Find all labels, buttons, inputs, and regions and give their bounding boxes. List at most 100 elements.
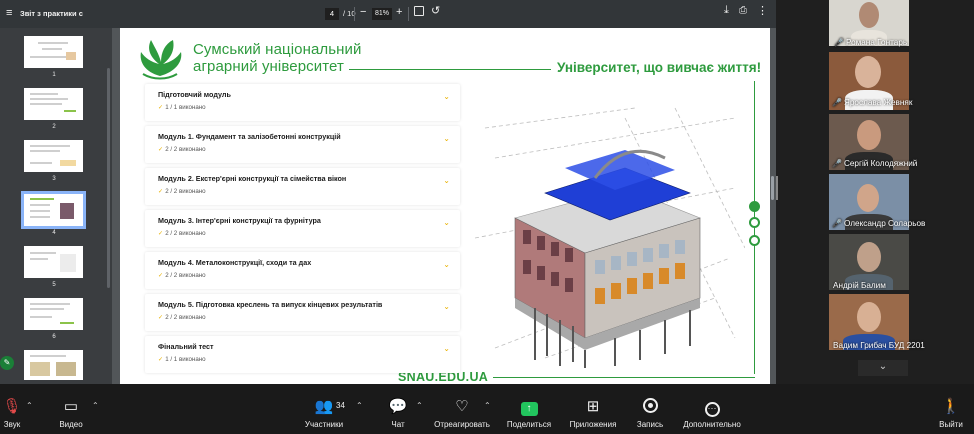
chevron-down-icon[interactable]: ⌄: [443, 260, 450, 269]
module-title: Модуль 1. Фундамент та залізобетонні кон…: [158, 132, 341, 141]
participant-name: 🎤 Ярослава Жевняк: [832, 98, 913, 107]
exit-icon: 🚶: [941, 398, 961, 415]
chevron-down-icon[interactable]: ⌄: [443, 344, 450, 353]
check-icon: ✓: [158, 230, 164, 237]
slide-indicator-dot[interactable]: [749, 235, 760, 246]
document-title: Звіт з практики с: [20, 9, 83, 18]
thumbnail-number: 2: [52, 124, 56, 130]
zoom-meeting-window: ≡ Звіт з практики с 4 / 10 − 81% + ↺ ⤓ ⎙…: [0, 0, 974, 434]
university-logo: [140, 40, 182, 80]
participant-name: Андрій Балим: [833, 281, 886, 290]
module-card[interactable]: Модуль 5. Підготовка креслень та випуск …: [145, 294, 460, 331]
pdf-toolbar: ≡ Звіт з практики с 4 / 10 − 81% + ↺ ⤓ ⎙…: [0, 0, 776, 28]
share-screen-button[interactable]: ↑ Поделиться: [506, 398, 552, 429]
page-thumbnail[interactable]: [24, 350, 83, 380]
module-status: 2 / 2 виконано: [165, 314, 206, 321]
slide-indicator-dot[interactable]: [749, 217, 760, 228]
participants-options-caret[interactable]: ⌃: [356, 401, 363, 410]
slide-indicator-dot-active[interactable]: [749, 201, 760, 212]
video-button[interactable]: ▭ Видео: [58, 398, 84, 429]
module-status: 1 / 1 виконано: [165, 356, 206, 363]
more-button[interactable]: ··· Дополнительно: [682, 398, 742, 429]
pen-icon[interactable]: ✎: [0, 356, 14, 370]
module-status: 2 / 2 виконано: [165, 146, 206, 153]
module-card[interactable]: Підготовчий модуль ✓ 1 / 1 виконано ⌄: [145, 84, 460, 121]
zoom-out-icon[interactable]: −: [360, 6, 366, 18]
record-button[interactable]: Запись: [636, 398, 664, 429]
module-status: 2 / 2 виконано: [165, 188, 206, 195]
record-icon: [642, 398, 658, 413]
splitter-handle[interactable]: [776, 176, 778, 200]
module-title: Модуль 2. Екстер'єрні конструкції та сім…: [158, 174, 347, 183]
thumbnail-number: 5: [52, 282, 56, 288]
rotate-icon[interactable]: ↺: [431, 4, 440, 17]
audio-options-caret[interactable]: ⌃: [26, 401, 33, 410]
zoom-level-input[interactable]: 81%: [372, 8, 392, 20]
participant-name: 🎤 Сергій Колодяжний: [832, 159, 918, 168]
zoom-in-icon[interactable]: +: [396, 6, 402, 18]
mic-muted-icon: 🎤: [832, 159, 842, 168]
menu-icon[interactable]: ≡: [6, 7, 18, 19]
chevron-down-icon[interactable]: ⌄: [443, 92, 450, 101]
chevron-down-icon[interactable]: ⌄: [443, 176, 450, 185]
apps-button[interactable]: ⊞ Приложения: [568, 398, 618, 429]
page-thumbnail[interactable]: [24, 140, 83, 172]
audio-button[interactable]: 🎙 Звук: [2, 398, 22, 429]
module-title: Фінальний тест: [158, 342, 214, 351]
page-thumbnail[interactable]: [24, 88, 83, 120]
module-card[interactable]: Модуль 1. Фундамент та залізобетонні кон…: [145, 126, 460, 163]
module-title: Модуль 4. Металоконструкції, сходи та да…: [158, 258, 312, 267]
apps-icon: ⊞: [586, 398, 600, 415]
module-card[interactable]: Модуль 2. Екстер'єрні конструкції та сім…: [145, 168, 460, 205]
module-title: Модуль 3. Інтер'єрні конструкції та фурн…: [158, 216, 321, 225]
more-options-icon[interactable]: ⋮: [757, 4, 768, 17]
print-icon[interactable]: ⎙: [739, 5, 747, 16]
thumbnail-scrollbar[interactable]: [107, 68, 110, 288]
participant-name: 🎤 Романа Гонтарь: [834, 38, 908, 47]
toolbar-divider: [354, 7, 355, 21]
page-thumbnail[interactable]: [24, 298, 83, 330]
check-icon: ✓: [158, 272, 164, 279]
module-status: 2 / 2 виконано: [165, 230, 206, 237]
mic-muted-icon: 🎤: [832, 98, 842, 107]
university-slogan: Університет, що вивчає життя!: [557, 60, 762, 75]
more-icon: ···: [704, 402, 720, 417]
heart-icon: ♡: [455, 398, 469, 415]
chevron-down-icon[interactable]: ⌄: [443, 134, 450, 143]
pdf-viewer: ≡ Звіт з практики с 4 / 10 − 81% + ↺ ⤓ ⎙…: [0, 0, 776, 384]
participant-name: Вадим Грибач БУД 2201: [833, 341, 925, 350]
module-status: 1 / 1 виконано: [165, 104, 206, 111]
module-card[interactable]: Модуль 3. Інтер'єрні конструкції та фурн…: [145, 210, 460, 247]
pdf-scrollbar[interactable]: [771, 176, 774, 200]
page-thumbnail[interactable]: [24, 36, 83, 68]
leave-button[interactable]: 🚶 Выйти: [938, 398, 964, 429]
gallery-scroll-down-button[interactable]: ⌄: [858, 360, 908, 376]
module-card[interactable]: Модуль 4. Металоконструкції, сходи та да…: [145, 252, 460, 289]
check-icon: ✓: [158, 356, 164, 363]
react-options-caret[interactable]: ⌃: [484, 401, 491, 410]
download-icon[interactable]: ⤓: [724, 4, 729, 17]
chat-button[interactable]: 💬 Чат: [388, 398, 408, 429]
meeting-toolbar: 🎙 Звук ⌃ ▭ Видео ⌃ 👥 Участники 34 ⌃ 💬 Ча…: [0, 384, 974, 434]
page-thumbnail[interactable]: [24, 246, 83, 278]
react-button[interactable]: ♡ Отреагировать: [434, 398, 490, 429]
video-options-caret[interactable]: ⌃: [92, 401, 99, 410]
building-3d-model-image: [475, 107, 745, 368]
chevron-down-icon[interactable]: ⌄: [443, 218, 450, 227]
university-name-line2: аграрний університет: [193, 58, 344, 75]
page-thumbnail-selected[interactable]: [21, 191, 86, 229]
fit-page-icon[interactable]: [414, 6, 424, 16]
module-title: Модуль 5. Підготовка креслень та випуск …: [158, 300, 383, 309]
mic-muted-icon: 🎤: [834, 38, 844, 47]
check-icon: ✓: [158, 104, 164, 111]
thumbnail-sidebar: 1 2 3 4 5 6: [0, 28, 112, 384]
thumbnail-number: 4: [52, 230, 56, 236]
page-number-input[interactable]: 4: [325, 8, 339, 20]
check-icon: ✓: [158, 314, 164, 321]
check-icon: ✓: [158, 188, 164, 195]
participants-count: 34: [336, 401, 345, 410]
chevron-down-icon[interactable]: ⌄: [443, 302, 450, 311]
chat-options-caret[interactable]: ⌃: [416, 401, 423, 410]
pdf-page: Сумський національний аграрний університ…: [120, 28, 770, 384]
module-card[interactable]: Фінальний тест ✓ 1 / 1 виконано ⌄: [145, 336, 460, 373]
